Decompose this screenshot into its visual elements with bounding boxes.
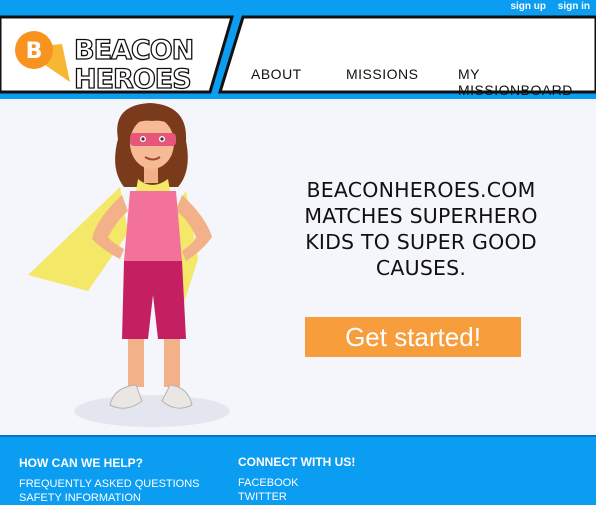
site-header: B BEACON HEROES ABOUT MISSIONS MY MISSIO… [0, 14, 596, 98]
facebook-link[interactable]: FACEBOOK [238, 477, 299, 489]
logo-text: BEACON HEROES [73, 35, 195, 95]
get-started-button[interactable]: Get started! [305, 317, 521, 357]
hero-section: BEACONHEROES.COM MATCHES SUPERHERO KIDS … [0, 99, 596, 435]
beacon-heroes-logo[interactable]: B BEACON HEROES [12, 26, 195, 95]
hero-headline-line: BEACONHEROES.COM [306, 178, 536, 202]
logo-beacon-icon: B [15, 31, 70, 82]
twitter-link[interactable]: TWITTER [238, 491, 287, 503]
help-heading: HOW CAN WE HELP? [19, 456, 143, 470]
logo-line-2: HEROES [73, 64, 192, 95]
nav-about[interactable]: ABOUT [251, 66, 302, 82]
nav-my-missionboard[interactable]: MY MISSIONBOARD [458, 66, 596, 98]
hero-headline-line: CAUSES. [375, 256, 467, 280]
sign-in-link[interactable]: sign in [558, 1, 590, 12]
superhero-girl-illustration [28, 103, 230, 427]
hero-headline: BEACONHEROES.COM MATCHES SUPERHERO KIDS … [276, 177, 566, 281]
nav-missions[interactable]: MISSIONS [346, 66, 418, 82]
faq-link[interactable]: FREQUENTLY ASKED QUESTIONS [19, 478, 200, 490]
hero-headline-line: MATCHES SUPERHERO [304, 204, 538, 228]
connect-heading: CONNECT WITH US! [238, 455, 356, 469]
safety-information-link[interactable]: SAFETY INFORMATION [19, 492, 141, 504]
logo-line-1: BEACON [73, 35, 195, 66]
hero-headline-line: KIDS TO SUPER GOOD [305, 230, 537, 254]
site-footer: HOW CAN WE HELP? FREQUENTLY ASKED QUESTI… [0, 435, 596, 505]
logo-badge-letter: B [26, 39, 43, 64]
sign-up-link[interactable]: sign up [510, 1, 546, 12]
